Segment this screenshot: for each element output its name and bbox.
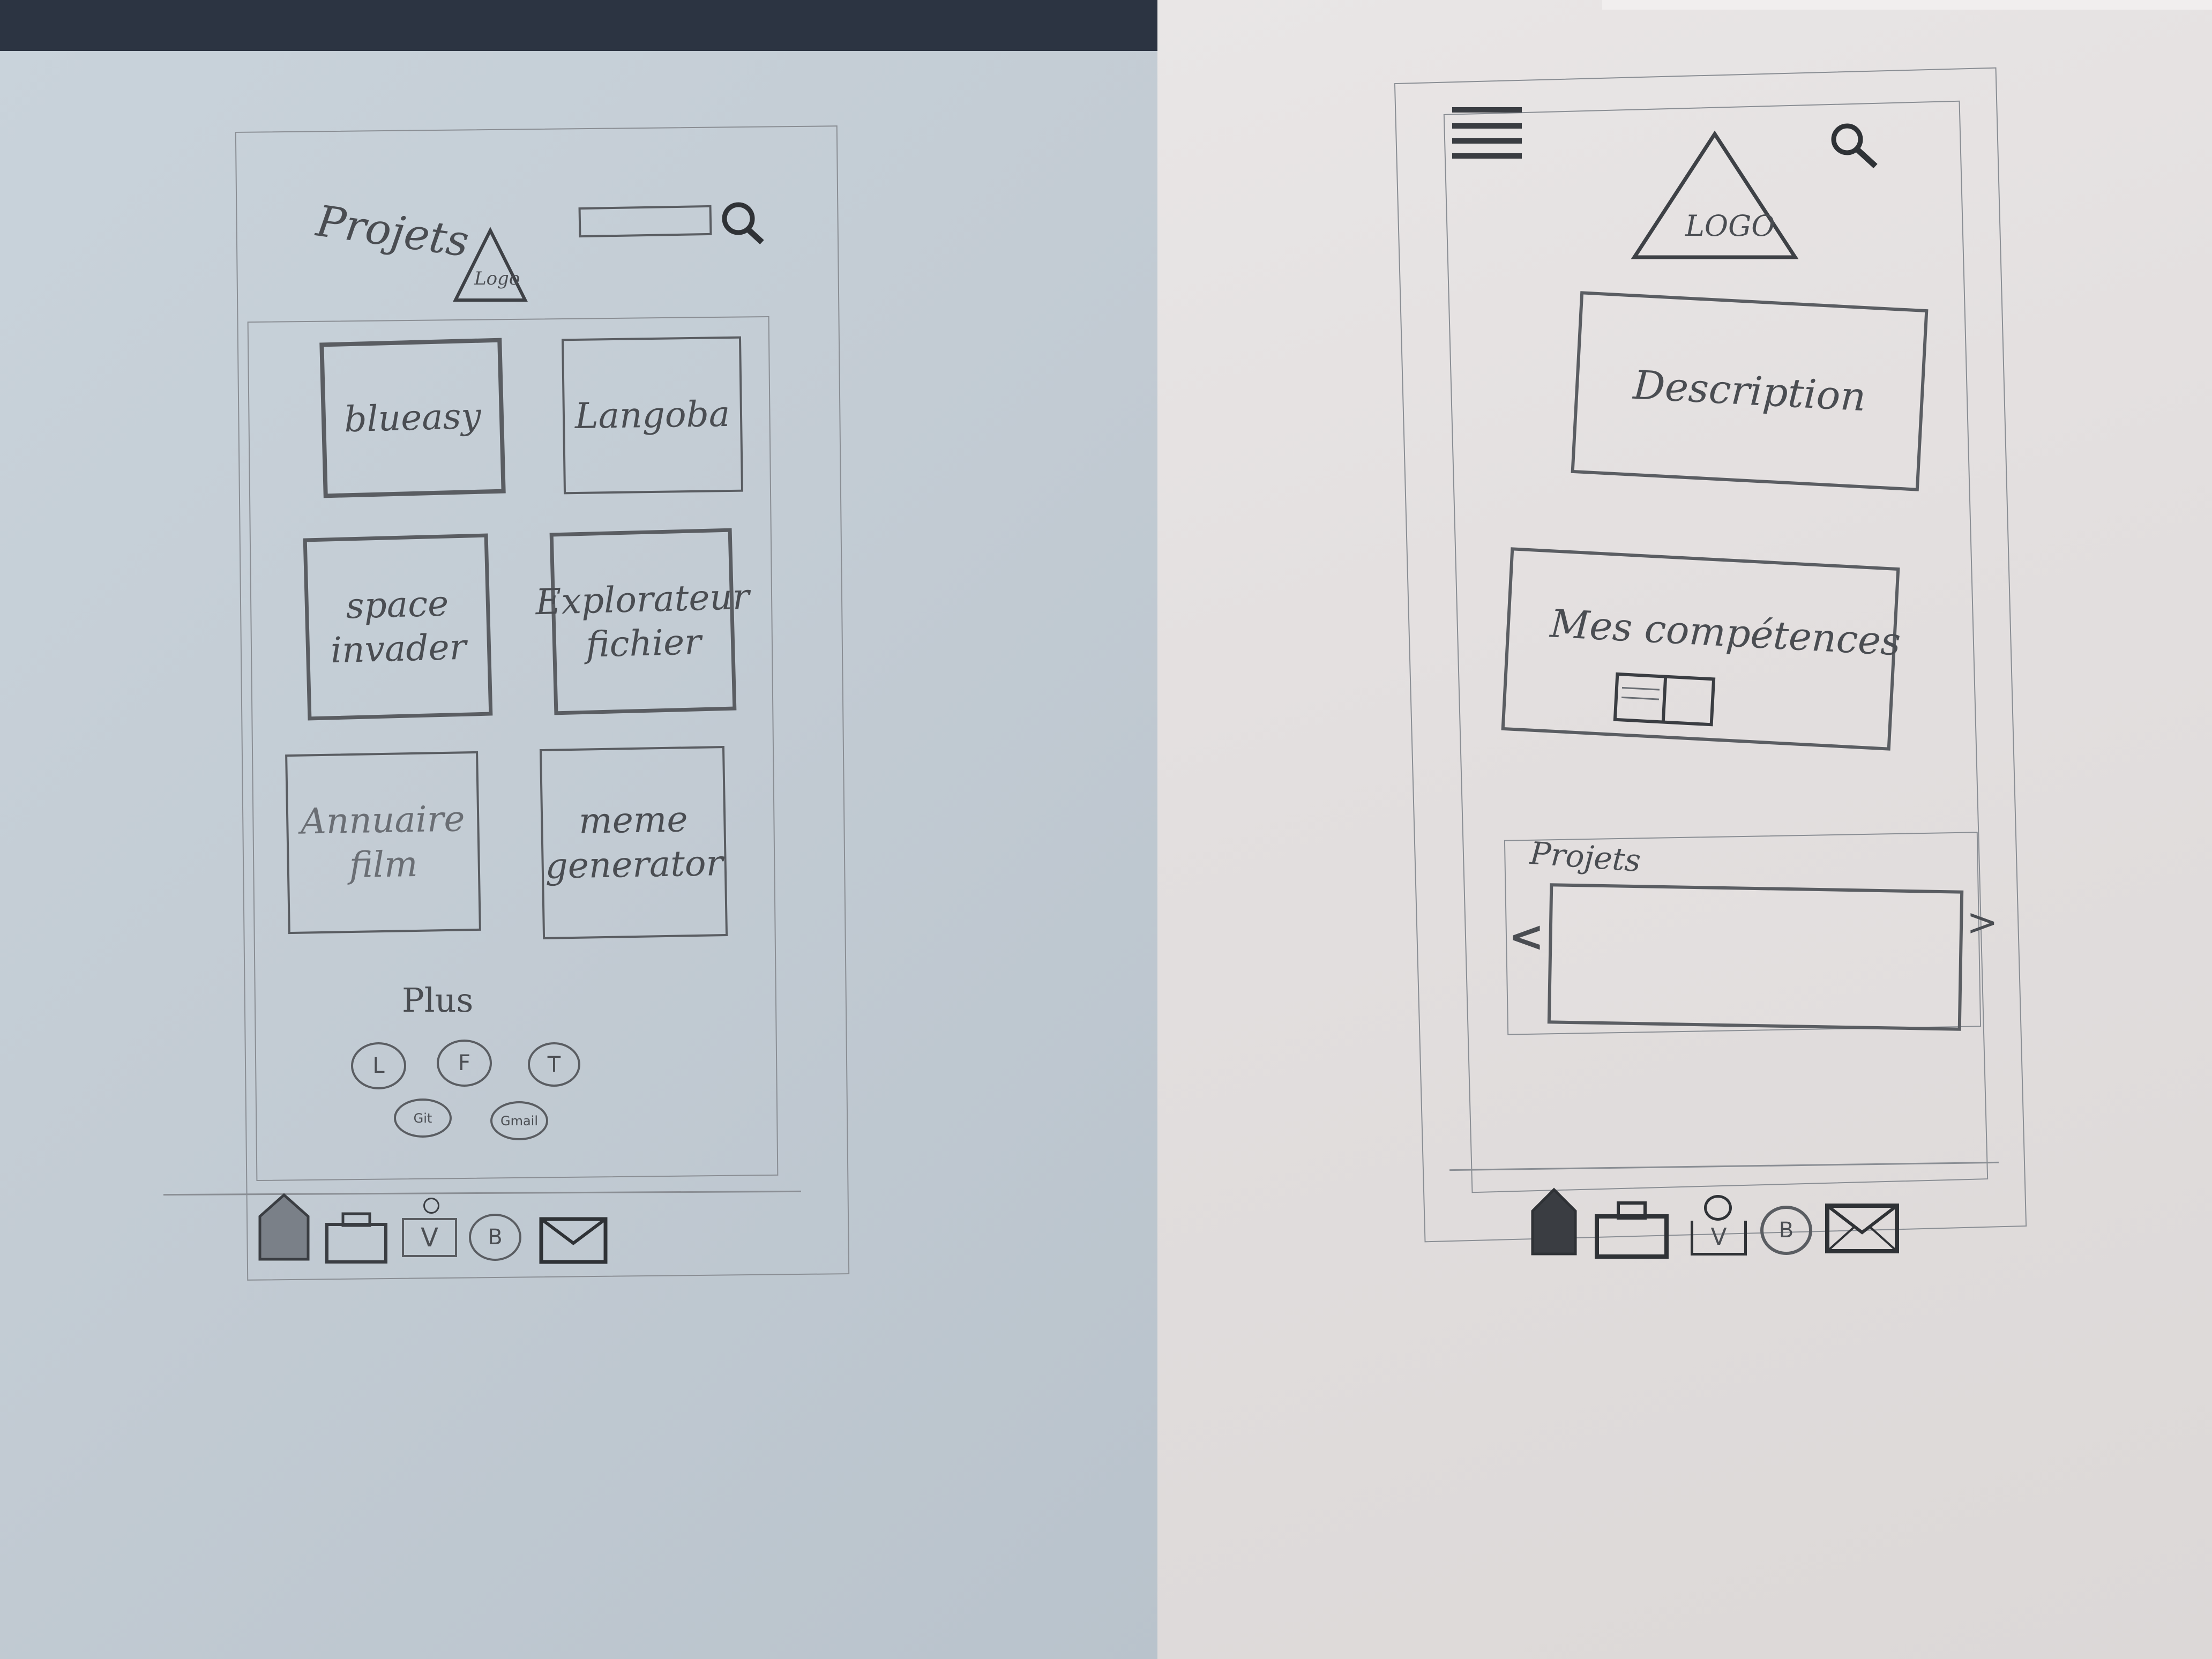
project-tile[interactable]: meme generator: [539, 746, 728, 939]
logo: LOGO: [1629, 129, 1800, 263]
description-card[interactable]: Description: [1571, 291, 1929, 491]
cv-icon-head: [1704, 1195, 1732, 1221]
home-icon[interactable]: [257, 1192, 311, 1262]
cv-icon[interactable]: V: [1688, 1195, 1747, 1257]
hamburger-line: [1452, 107, 1522, 113]
project-tile-label: space invader: [330, 582, 467, 671]
more-label[interactable]: Plus: [402, 981, 473, 1020]
cv-icon[interactable]: V: [402, 1198, 458, 1259]
blog-icon[interactable]: B: [1760, 1206, 1812, 1255]
blog-icon[interactable]: B: [469, 1214, 521, 1261]
cv-icon-box: V: [402, 1218, 457, 1257]
briefcase-icon[interactable]: [324, 1211, 388, 1265]
project-tile-label: Annuaire film: [300, 798, 466, 886]
hamburger-line: [1452, 123, 1522, 129]
project-tile-label: Explorateur fichier: [535, 576, 750, 666]
project-tile-label: Langoba: [574, 393, 730, 437]
logo-text: Logo: [474, 268, 520, 289]
project-tile[interactable]: Annuaire film: [285, 751, 481, 935]
book-icon: [1613, 672, 1716, 727]
project-tile-label: blueasy: [343, 395, 482, 440]
project-tile[interactable]: Explorateur fichier: [535, 528, 750, 715]
projects-section-title: Projets: [1528, 834, 1642, 879]
project-tile[interactable]: blueasy: [319, 338, 506, 498]
home-icon[interactable]: [1530, 1187, 1578, 1257]
search-icon[interactable]: [1825, 118, 1889, 171]
left-wireframe: Projets Logo blueasy Langoba space invad…: [0, 0, 1174, 1659]
cv-icon-head: [423, 1198, 439, 1214]
social-git-icon[interactable]: Git: [394, 1098, 452, 1138]
hamburger-menu-icon[interactable]: [1452, 107, 1522, 161]
logo: Logo: [450, 225, 530, 305]
project-tile[interactable]: Langoba: [561, 336, 744, 495]
search-input[interactable]: [578, 205, 712, 238]
project-tile-label: meme generator: [544, 798, 723, 887]
description-label: Description: [1632, 362, 1867, 421]
carousel-next-arrow[interactable]: >: [1967, 900, 1998, 944]
social-f-icon[interactable]: F: [437, 1040, 492, 1087]
hamburger-line: [1452, 153, 1522, 159]
mail-icon[interactable]: [1825, 1203, 1900, 1257]
projects-carousel[interactable]: [1547, 883, 1964, 1031]
search-icon[interactable]: [718, 198, 766, 246]
logo-text: LOGO: [1685, 209, 1775, 243]
mail-icon[interactable]: [539, 1216, 608, 1265]
project-tile[interactable]: space invader: [303, 533, 493, 721]
skills-card[interactable]: Mes compétences: [1501, 547, 1902, 751]
right-wireframe: LOGO Description Mes compétences Projets…: [1157, 0, 2212, 1659]
skills-label: Mes compétences: [1549, 601, 1902, 664]
hamburger-line: [1452, 138, 1522, 144]
logo-triangle-icon: [453, 227, 528, 302]
briefcase-icon[interactable]: [1594, 1200, 1669, 1259]
social-l-icon[interactable]: L: [351, 1042, 406, 1089]
carousel-prev-arrow[interactable]: <: [1508, 911, 1544, 961]
social-t-icon[interactable]: T: [528, 1042, 580, 1087]
social-gmail-icon[interactable]: Gmail: [490, 1101, 548, 1140]
cv-icon-box: V: [1691, 1221, 1747, 1256]
